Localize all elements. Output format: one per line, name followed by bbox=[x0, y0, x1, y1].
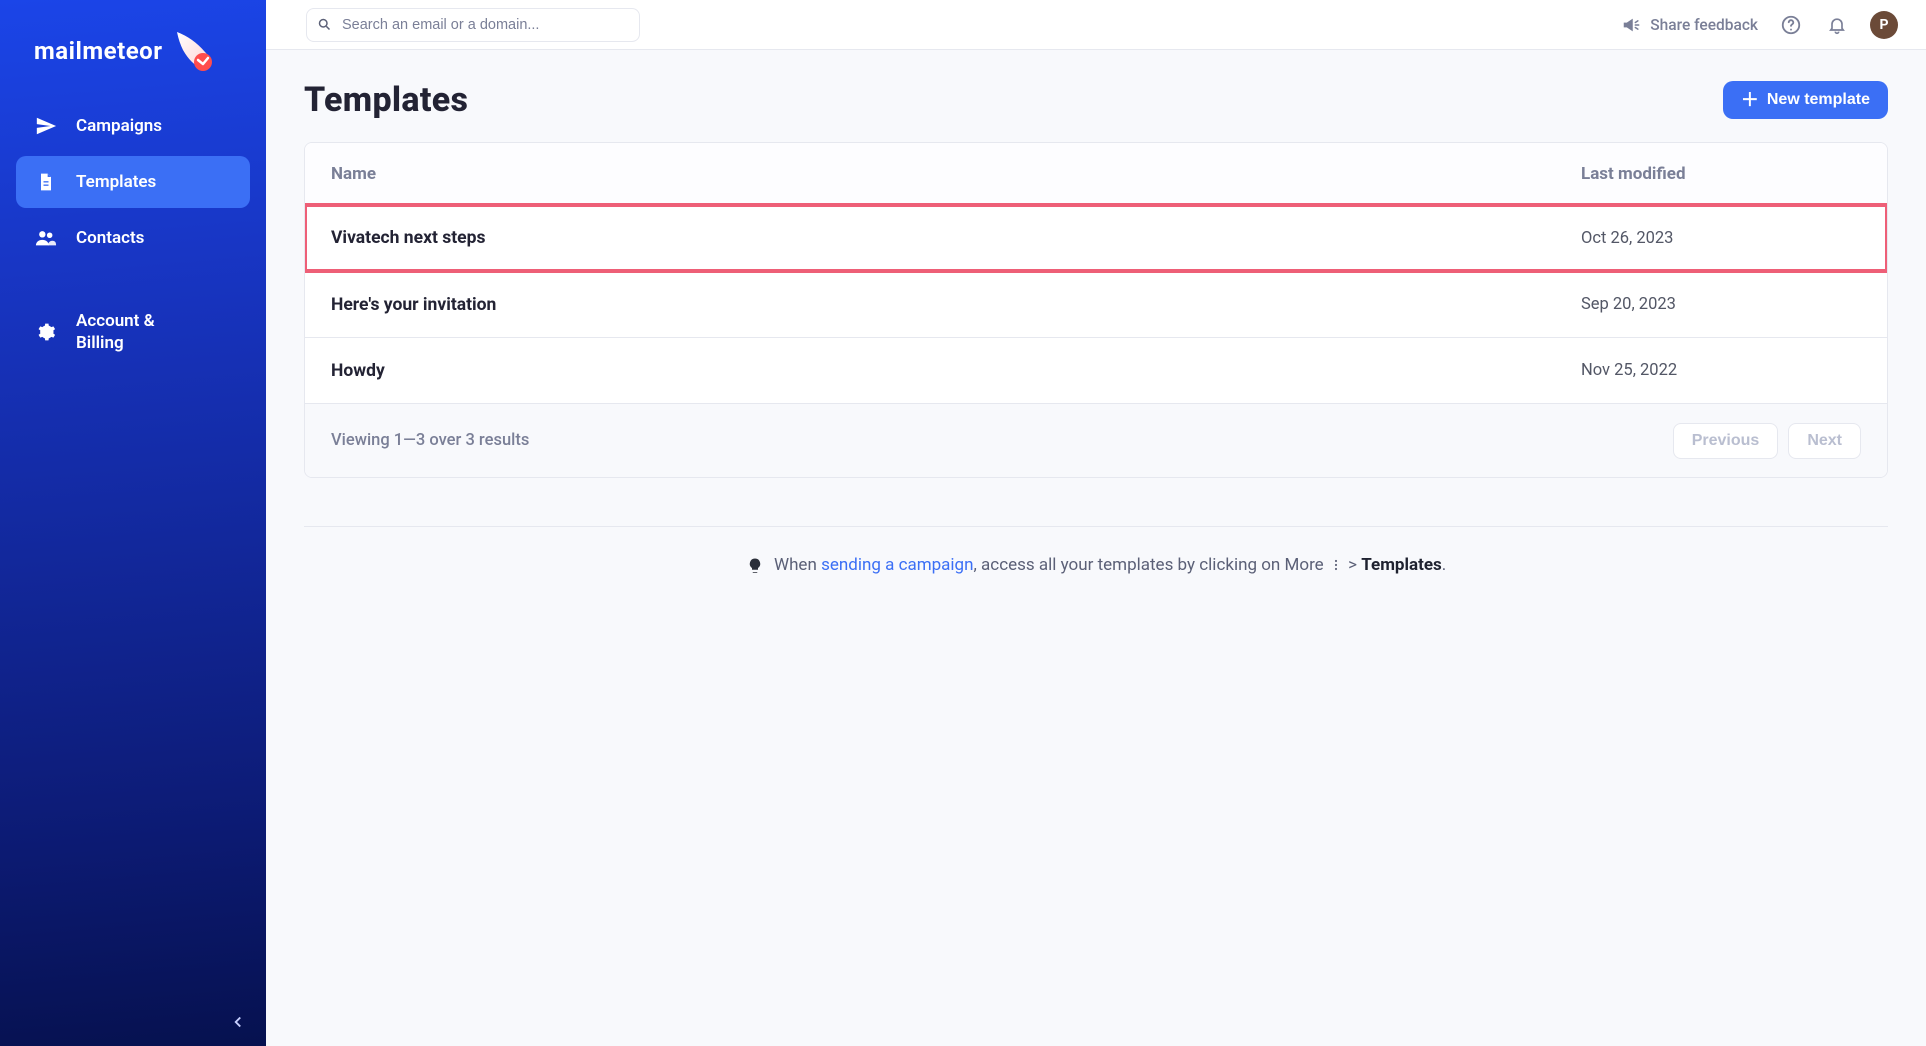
viewing-count: Viewing 1—3 over 3 results bbox=[331, 431, 1673, 450]
brand-logo[interactable]: mailmeteor bbox=[16, 20, 250, 100]
column-header-name: Name bbox=[331, 164, 1581, 184]
sidebar-item-label: Contacts bbox=[76, 228, 144, 248]
row-last-modified: Oct 26, 2023 bbox=[1581, 229, 1861, 248]
table-row[interactable]: Here's your invitationSep 20, 2023 bbox=[305, 271, 1887, 337]
search-icon bbox=[317, 17, 332, 32]
sidebar-item-account-billing[interactable]: Account & Billing bbox=[16, 296, 250, 368]
table-header: Name Last modified bbox=[305, 143, 1887, 205]
share-feedback-label: Share feedback bbox=[1650, 16, 1758, 34]
content: Templates ＋ New template Name Last modif… bbox=[266, 50, 1926, 1046]
tip-suffix: . bbox=[1442, 555, 1446, 575]
new-template-label: New template bbox=[1767, 91, 1870, 109]
tip-sep: > bbox=[1344, 555, 1361, 575]
people-icon bbox=[34, 226, 58, 250]
sidebar-item-label: Campaigns bbox=[76, 116, 162, 136]
gear-icon bbox=[34, 320, 58, 344]
new-template-button[interactable]: ＋ New template bbox=[1723, 81, 1888, 119]
row-name: Here's your invitation bbox=[331, 295, 1581, 315]
search-input[interactable] bbox=[340, 16, 629, 34]
help-icon bbox=[1780, 14, 1802, 36]
table-body: Vivatech next stepsOct 26, 2023Here's yo… bbox=[305, 205, 1887, 403]
next-button[interactable]: Next bbox=[1788, 423, 1861, 459]
previous-button[interactable]: Previous bbox=[1673, 423, 1779, 459]
row-last-modified: Nov 25, 2022 bbox=[1581, 361, 1861, 380]
tip-middle: , access all your templates by clicking … bbox=[974, 555, 1328, 575]
templates-table: Name Last modified Vivatech next stepsOc… bbox=[304, 142, 1888, 478]
table-footer: Viewing 1—3 over 3 results Previous Next bbox=[305, 403, 1887, 477]
share-feedback-button[interactable]: Share feedback bbox=[1622, 15, 1758, 35]
column-header-last-modified: Last modified bbox=[1581, 164, 1861, 184]
search-field[interactable] bbox=[306, 8, 640, 42]
pager: Previous Next bbox=[1673, 423, 1861, 459]
sidebar-item-templates[interactable]: Templates bbox=[16, 156, 250, 208]
tip-prefix: When bbox=[774, 555, 821, 575]
page-header: Templates ＋ New template bbox=[304, 80, 1888, 120]
sidebar-item-label: Templates bbox=[76, 172, 156, 192]
sidebar-nav: Campaigns Templates Contacts Account & B bbox=[16, 100, 250, 368]
avatar-initial: P bbox=[1879, 17, 1888, 33]
row-name: Vivatech next steps bbox=[331, 228, 1581, 248]
tip-link[interactable]: sending a campaign bbox=[821, 555, 973, 575]
tip-strong: Templates bbox=[1361, 555, 1442, 575]
brand-name: mailmeteor bbox=[34, 37, 163, 65]
more-dots-icon bbox=[1332, 557, 1340, 573]
topbar: Share feedback P bbox=[266, 0, 1926, 50]
sidebar-item-contacts[interactable]: Contacts bbox=[16, 212, 250, 264]
table-row[interactable]: Vivatech next stepsOct 26, 2023 bbox=[305, 205, 1887, 271]
table-row[interactable]: HowdyNov 25, 2022 bbox=[305, 337, 1887, 403]
megaphone-icon bbox=[1622, 15, 1642, 35]
sidebar-item-campaigns[interactable]: Campaigns bbox=[16, 100, 250, 152]
tip-line: When sending a campaign, access all your… bbox=[304, 555, 1888, 575]
sidebar-item-label: Account & Billing bbox=[76, 310, 186, 354]
bell-icon bbox=[1827, 15, 1847, 35]
send-icon bbox=[34, 114, 58, 138]
sidebar-collapse-button[interactable] bbox=[226, 1010, 250, 1034]
page-title: Templates bbox=[304, 80, 468, 120]
divider bbox=[304, 526, 1888, 527]
help-button[interactable] bbox=[1778, 12, 1804, 38]
file-icon bbox=[34, 170, 58, 194]
sidebar: mailmeteor bbox=[0, 0, 266, 1046]
plus-icon: ＋ bbox=[1741, 91, 1759, 109]
row-last-modified: Sep 20, 2023 bbox=[1581, 295, 1861, 314]
row-name: Howdy bbox=[331, 361, 1581, 381]
user-avatar[interactable]: P bbox=[1870, 11, 1898, 39]
nav-spacer bbox=[16, 268, 250, 292]
notifications-button[interactable] bbox=[1824, 12, 1850, 38]
bulb-icon bbox=[746, 557, 764, 575]
main: Share feedback P Templates ＋ bbox=[266, 0, 1926, 1046]
comet-icon bbox=[171, 28, 217, 74]
